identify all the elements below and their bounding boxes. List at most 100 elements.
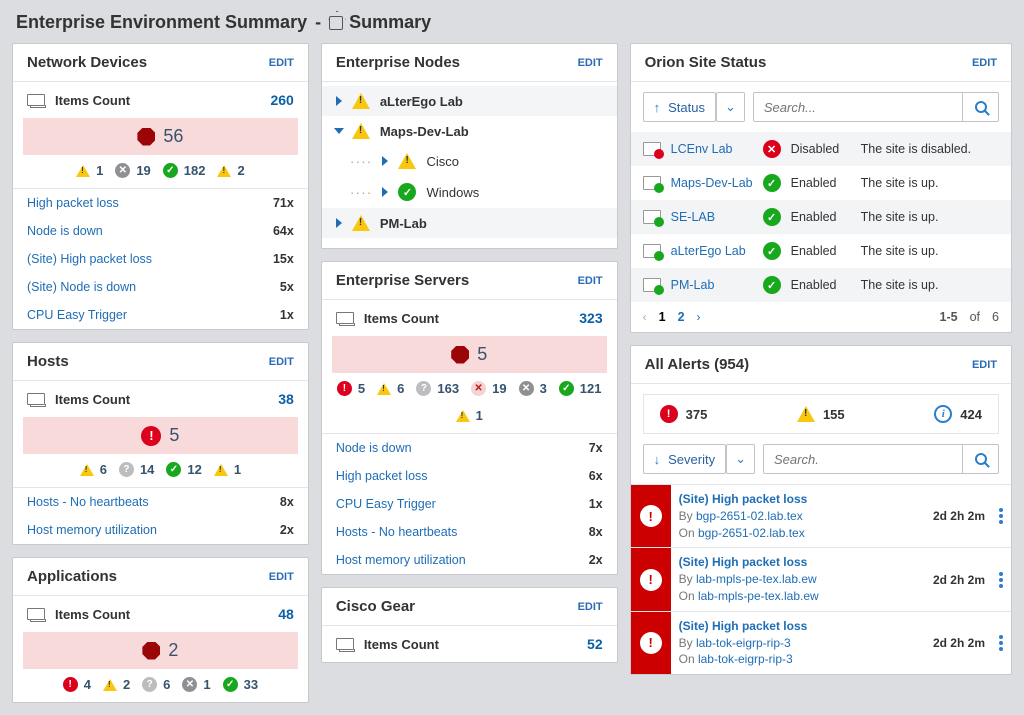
issue-count: 64x	[273, 224, 294, 238]
site-msg: The site is up.	[861, 176, 939, 190]
status-chip[interactable]: 1	[76, 163, 103, 178]
enabled-icon	[763, 208, 781, 226]
sort-dropdown[interactable]: ⌄	[726, 444, 755, 474]
site-link[interactable]: PM-Lab	[671, 278, 753, 292]
status-chip[interactable]: 19	[471, 381, 506, 396]
status-chip[interactable]: 3	[519, 381, 547, 396]
alert-severity-icon	[631, 612, 671, 674]
site-link[interactable]: Maps-Dev-Lab	[671, 176, 753, 190]
issue-link[interactable]: Hosts - No heartbeats	[27, 495, 149, 509]
edit-link[interactable]: EDIT	[578, 57, 603, 69]
issue-link[interactable]: CPU Easy Trigger	[336, 497, 436, 511]
site-msg: The site is disabled.	[861, 142, 971, 156]
card-applications: ApplicationsEDIT Items Count 48 2 426133	[12, 557, 309, 703]
status-chip[interactable]: 6	[142, 677, 170, 692]
status-chip[interactable]: 1	[182, 677, 210, 692]
alert-time: 2d 2h 2m	[927, 612, 991, 674]
status-chip[interactable]: 1	[456, 408, 483, 423]
tree-label: Cisco	[426, 154, 459, 169]
status-chip[interactable]: 121	[559, 381, 602, 396]
edit-link[interactable]: EDIT	[578, 275, 603, 287]
alert-title[interactable]: (Site) High packet loss	[679, 618, 919, 635]
sort-button[interactable]: ↑Status	[643, 92, 716, 122]
status-chip[interactable]: 2	[103, 677, 130, 692]
edit-link[interactable]: EDIT	[578, 601, 603, 613]
breadcrumb: Summary	[349, 12, 431, 33]
status-chip[interactable]: 19	[115, 163, 150, 178]
grey-icon	[115, 163, 130, 178]
alert-title[interactable]: (Site) High packet loss	[679, 491, 919, 508]
issue-link[interactable]: Host memory utilization	[27, 523, 157, 537]
expand-icon	[336, 218, 342, 228]
site-row: aLterEgo LabEnabledThe site is up.	[631, 234, 1011, 268]
search-button[interactable]	[962, 445, 998, 473]
issue-link[interactable]: CPU Easy Trigger	[27, 308, 127, 322]
status-chip[interactable]: 2	[217, 163, 244, 178]
search-input[interactable]	[764, 445, 962, 473]
tree-child[interactable]: ····Windows	[322, 176, 617, 208]
issue-link[interactable]: Host memory utilization	[336, 553, 466, 567]
issue-link[interactable]: (Site) High packet loss	[27, 252, 152, 266]
site-row: Maps-Dev-LabEnabledThe site is up.	[631, 166, 1011, 200]
alert-row: (Site) High packet lossBy lab-mpls-pe-te…	[631, 547, 1011, 610]
site-link[interactable]: LCEnv Lab	[671, 142, 753, 156]
list-item: High packet loss71x	[13, 189, 308, 217]
issue-link[interactable]: Node is down	[27, 224, 103, 238]
status-chip[interactable]: 33	[223, 677, 258, 692]
sort-dropdown[interactable]: ⌄	[716, 92, 745, 122]
pager-next[interactable]: ›	[697, 310, 701, 324]
items-count-value: 260	[270, 92, 293, 108]
status-chip[interactable]: 6	[80, 462, 107, 477]
status-chip[interactable]: 5	[337, 381, 365, 396]
status-chip[interactable]: 12	[166, 462, 201, 477]
pager-page-2[interactable]: 2	[678, 310, 685, 324]
sort-desc-icon: ↓	[654, 452, 661, 467]
issue-link[interactable]: Node is down	[336, 441, 412, 455]
band-value: 5	[477, 344, 487, 365]
search-button[interactable]	[962, 93, 998, 121]
alert-title[interactable]: (Site) High packet loss	[679, 554, 919, 571]
edit-link[interactable]: EDIT	[269, 57, 294, 69]
edit-link[interactable]: EDIT	[269, 356, 294, 368]
status-chip[interactable]: 6	[377, 381, 404, 396]
status-chip[interactable]: 14	[119, 462, 154, 477]
site-link[interactable]: SE-LAB	[671, 210, 753, 224]
search-input[interactable]	[754, 93, 962, 121]
status-chip[interactable]: 163	[416, 381, 459, 396]
card-title: Cisco Gear	[336, 598, 415, 615]
status-chip[interactable]: 1	[214, 462, 241, 477]
tree-child[interactable]: ····Cisco	[322, 146, 617, 176]
alert-menu-button[interactable]	[991, 612, 1011, 674]
tree-node[interactable]: Maps-Dev-Lab	[322, 116, 617, 146]
grey-icon	[182, 677, 197, 692]
status-chips: 56 163 19 3 121 1	[322, 381, 617, 433]
issue-link[interactable]: Hosts - No heartbeats	[336, 525, 458, 539]
alert-menu-button[interactable]	[991, 485, 1011, 547]
page-title: Enterprise Environment Summary - Summary	[0, 0, 1024, 43]
cx-icon	[471, 381, 486, 396]
pager-prev[interactable]: ‹	[643, 310, 647, 324]
pager-page-1[interactable]: 1	[659, 310, 666, 324]
sort-button[interactable]: ↓Severity	[643, 444, 726, 474]
edit-link[interactable]: EDIT	[269, 571, 294, 583]
tree-node[interactable]: aLterEgo Lab	[322, 86, 617, 116]
pager-total: 6	[992, 310, 999, 324]
list-item: Host memory utilization2x	[13, 516, 308, 544]
status-chip[interactable]: 4	[63, 677, 91, 692]
edit-link[interactable]: EDIT	[972, 57, 997, 69]
title-prefix: Enterprise Environment Summary	[16, 12, 307, 33]
tree-node[interactable]: PM-Lab	[322, 208, 617, 238]
status-chip[interactable]: 182	[163, 163, 206, 178]
issue-list: High packet loss71x Node is down 64x (Site)…	[13, 188, 308, 329]
info-count: 424	[960, 407, 982, 422]
home-icon	[329, 16, 343, 30]
warning-icon	[352, 123, 370, 139]
edit-link[interactable]: EDIT	[972, 359, 997, 371]
warning-icon	[352, 93, 370, 109]
issue-link[interactable]: (Site) Node is down	[27, 280, 136, 294]
site-link[interactable]: aLterEgo Lab	[671, 244, 753, 258]
alert-menu-button[interactable]	[991, 548, 1011, 610]
issue-link[interactable]: High packet loss	[336, 469, 428, 483]
issue-link[interactable]: High packet loss	[27, 196, 119, 210]
site-status: Enabled	[791, 278, 851, 292]
